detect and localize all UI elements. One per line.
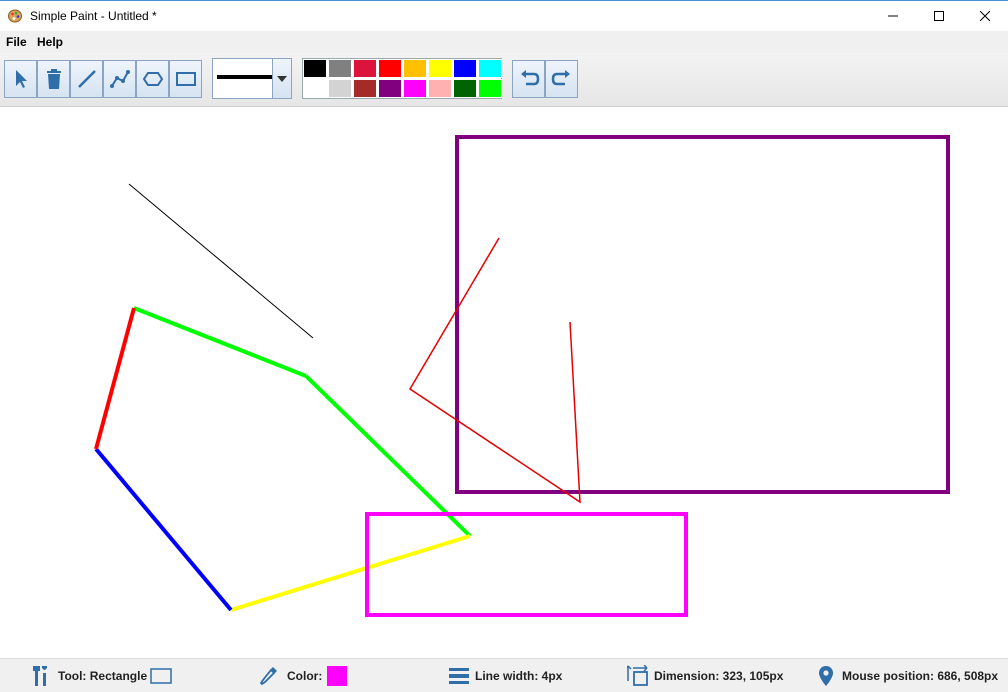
status-dimension: Dimension: 323, 105px (654, 669, 784, 683)
line-tool-button[interactable] (70, 60, 103, 98)
red-polyline-shape[interactable] (408, 237, 581, 504)
color-swatch[interactable] (378, 59, 402, 78)
title-bar: Simple Paint - Untitled * (0, 0, 1008, 31)
color-swatch[interactable] (478, 79, 502, 98)
color-swatch[interactable] (328, 79, 352, 98)
color-swatch[interactable] (403, 59, 427, 78)
palette-app-icon (8, 9, 22, 23)
canvas-drawing (94, 135, 950, 617)
status-mouse-position: Mouse position: 686, 508px (842, 669, 999, 683)
pointer-icon (15, 70, 27, 88)
rectangle-tool-button[interactable] (169, 60, 202, 98)
trash-icon (46, 69, 61, 89)
window-title: Simple Paint - Untitled * (30, 9, 157, 23)
polygon-tool-button[interactable] (136, 60, 169, 98)
select-tool-button[interactable] (4, 60, 37, 98)
current-color-swatch (327, 666, 347, 686)
color-swatch[interactable] (428, 59, 452, 78)
delete-tool-button[interactable] (37, 60, 70, 98)
drawing-canvas[interactable] (0, 108, 1008, 658)
line-width-preview (217, 75, 273, 79)
chevron-down-icon (277, 75, 287, 82)
line-icon (77, 70, 96, 88)
maximize-icon (934, 11, 944, 21)
rectangle-icon (175, 72, 196, 86)
minimize-button[interactable] (870, 1, 916, 31)
minimize-icon (888, 15, 898, 17)
tools-icon (33, 666, 47, 686)
magenta-rectangle-shape[interactable] (365, 512, 688, 617)
menu-help[interactable]: Help (37, 35, 63, 49)
line-width-selector[interactable] (212, 58, 292, 99)
polyline-icon (109, 70, 130, 88)
color-swatch[interactable] (303, 79, 327, 98)
menu-bar: File Help (0, 31, 1008, 53)
polyline-tool-button[interactable] (103, 60, 136, 98)
polygon-edge-red[interactable] (94, 307, 136, 450)
color-swatch[interactable] (478, 59, 502, 78)
color-swatch[interactable] (428, 79, 452, 98)
status-color-label: Color: (287, 669, 323, 683)
undo-button[interactable] (512, 60, 545, 98)
polygon-edge-blue[interactable] (94, 447, 233, 612)
color-palette (302, 58, 502, 99)
color-swatch[interactable] (328, 59, 352, 78)
color-swatch[interactable] (453, 59, 477, 78)
color-swatch[interactable] (403, 79, 427, 98)
line-width-dropdown-button[interactable] (272, 59, 291, 98)
color-swatch[interactable] (303, 59, 327, 78)
color-swatch[interactable] (353, 79, 377, 98)
close-icon (980, 11, 990, 21)
undo-icon (520, 70, 539, 86)
polygon-edge-yellow[interactable] (230, 534, 471, 612)
dimension-icon (627, 665, 648, 686)
status-line-width: Line width: 4px (475, 669, 563, 683)
purple-rectangle-shape[interactable] (455, 135, 950, 494)
polygon-icon (142, 72, 163, 86)
line-width-icon (449, 668, 469, 684)
menu-file[interactable]: File (6, 35, 27, 49)
color-swatch[interactable] (378, 79, 402, 98)
eyedropper-icon (259, 667, 277, 686)
redo-button[interactable] (545, 60, 578, 98)
color-swatch[interactable] (453, 79, 477, 98)
redo-icon (551, 70, 570, 86)
location-pin-icon (819, 666, 833, 686)
status-tool: Tool: Rectangle (58, 669, 148, 683)
status-bar: Tool: Rectangle Color: Line width: 4px D… (0, 658, 1008, 692)
rectangle-icon (150, 668, 172, 684)
polygon-edge-green-1[interactable] (133, 306, 307, 378)
maximize-button[interactable] (916, 1, 962, 31)
close-button[interactable] (962, 1, 1008, 31)
color-swatch[interactable] (353, 59, 377, 78)
